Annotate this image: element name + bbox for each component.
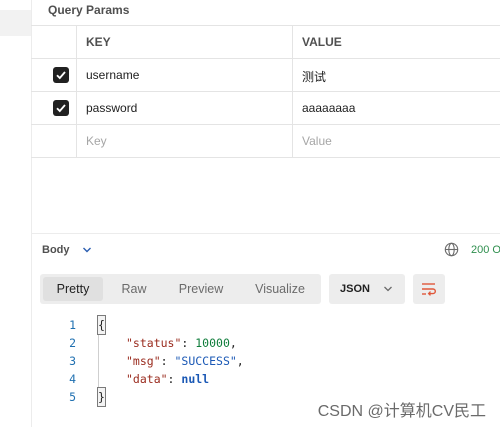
param-check-cell [31, 125, 77, 157]
query-params-title: Query Params [48, 3, 130, 17]
code-text: { [97, 315, 106, 335]
header-key-cell: KEY [77, 26, 293, 58]
response-code-editor[interactable]: 1 { 2 "status": 10000, 3 "msg": "SUCCESS… [40, 315, 480, 407]
param-key: username [86, 68, 140, 82]
param-key: password [86, 101, 138, 115]
param-value-cell[interactable]: aaaaaaaa [293, 92, 500, 124]
param-key-cell[interactable]: username [77, 59, 293, 91]
code-text: "status": 10000, [126, 336, 237, 350]
checkmark-icon [56, 104, 66, 113]
json-key: "status" [126, 336, 182, 350]
value-placeholder: Value [302, 134, 332, 148]
param-empty-row: Key Value [31, 125, 500, 158]
code-line: 1 { [40, 315, 480, 335]
param-check-cell [31, 92, 77, 124]
param-value: aaaaaaaa [302, 101, 356, 115]
tab-preview[interactable]: Preview [166, 277, 236, 301]
header-value-label: VALUE [302, 35, 342, 49]
param-value: 测试 [302, 70, 327, 84]
param-row: username 测试 [31, 59, 500, 92]
line-number: 4 [69, 372, 76, 386]
watermark: CSDN @计算机CV民工 [317, 403, 486, 420]
param-checkbox[interactable] [53, 67, 69, 83]
tab-visualize[interactable]: Visualize [244, 277, 316, 301]
param-key-cell[interactable]: password [77, 92, 293, 124]
json-key: "data" [126, 372, 168, 386]
header-key-label: KEY [86, 35, 111, 49]
open-brace: { [97, 315, 106, 335]
wrap-lines-button[interactable] [413, 274, 445, 304]
query-params-table: KEY VALUE username 测试 password aaaaaaaa … [31, 25, 500, 158]
wrap-lines-icon [422, 283, 436, 296]
globe-icon[interactable] [444, 242, 459, 257]
param-row: password aaaaaaaa [31, 92, 500, 125]
line-number: 5 [69, 390, 76, 404]
tab-raw[interactable]: Raw [108, 277, 160, 301]
section-divider [31, 233, 500, 234]
json-trail: , [229, 336, 237, 350]
response-status: 200 O [471, 244, 500, 256]
json-value: null [181, 372, 210, 386]
left-rail-selected-item[interactable] [0, 10, 31, 36]
tab-pretty[interactable]: Pretty [43, 277, 103, 301]
chevron-down-icon[interactable] [82, 246, 92, 254]
param-value-cell[interactable]: 测试 [293, 59, 500, 91]
param-key-input[interactable]: Key [77, 125, 293, 157]
header-value-cell: VALUE [293, 26, 500, 58]
json-key: "msg" [126, 354, 161, 368]
close-brace: } [97, 387, 106, 407]
json-value: 10000 [195, 336, 230, 350]
param-value-input[interactable]: Value [293, 125, 500, 157]
params-header-row: KEY VALUE [31, 26, 500, 59]
left-rail [0, 0, 32, 427]
param-check-cell [31, 59, 77, 91]
checkmark-icon [56, 71, 66, 80]
line-number: 2 [69, 336, 76, 350]
code-line: 2 "status": 10000, [40, 334, 480, 352]
format-select[interactable]: JSON [329, 274, 405, 304]
code-text: } [97, 387, 106, 407]
line-number: 3 [69, 354, 76, 368]
code-line: 3 "msg": "SUCCESS", [40, 352, 480, 370]
code-line: 4 "data": null [40, 370, 480, 388]
header-check-cell [31, 26, 77, 58]
response-body-label[interactable]: Body [42, 244, 70, 256]
code-text: "msg": "SUCCESS", [126, 354, 244, 368]
param-checkbox[interactable] [53, 100, 69, 116]
format-select-label: JSON [340, 283, 370, 295]
json-value: "SUCCESS" [174, 354, 237, 368]
json-trail: , [236, 354, 244, 368]
code-text: "data": null [126, 372, 210, 386]
chevron-down-icon [384, 286, 392, 292]
response-view-tabs: Pretty Raw Preview Visualize [40, 274, 321, 304]
line-number: 1 [69, 318, 76, 332]
key-placeholder: Key [86, 134, 107, 148]
